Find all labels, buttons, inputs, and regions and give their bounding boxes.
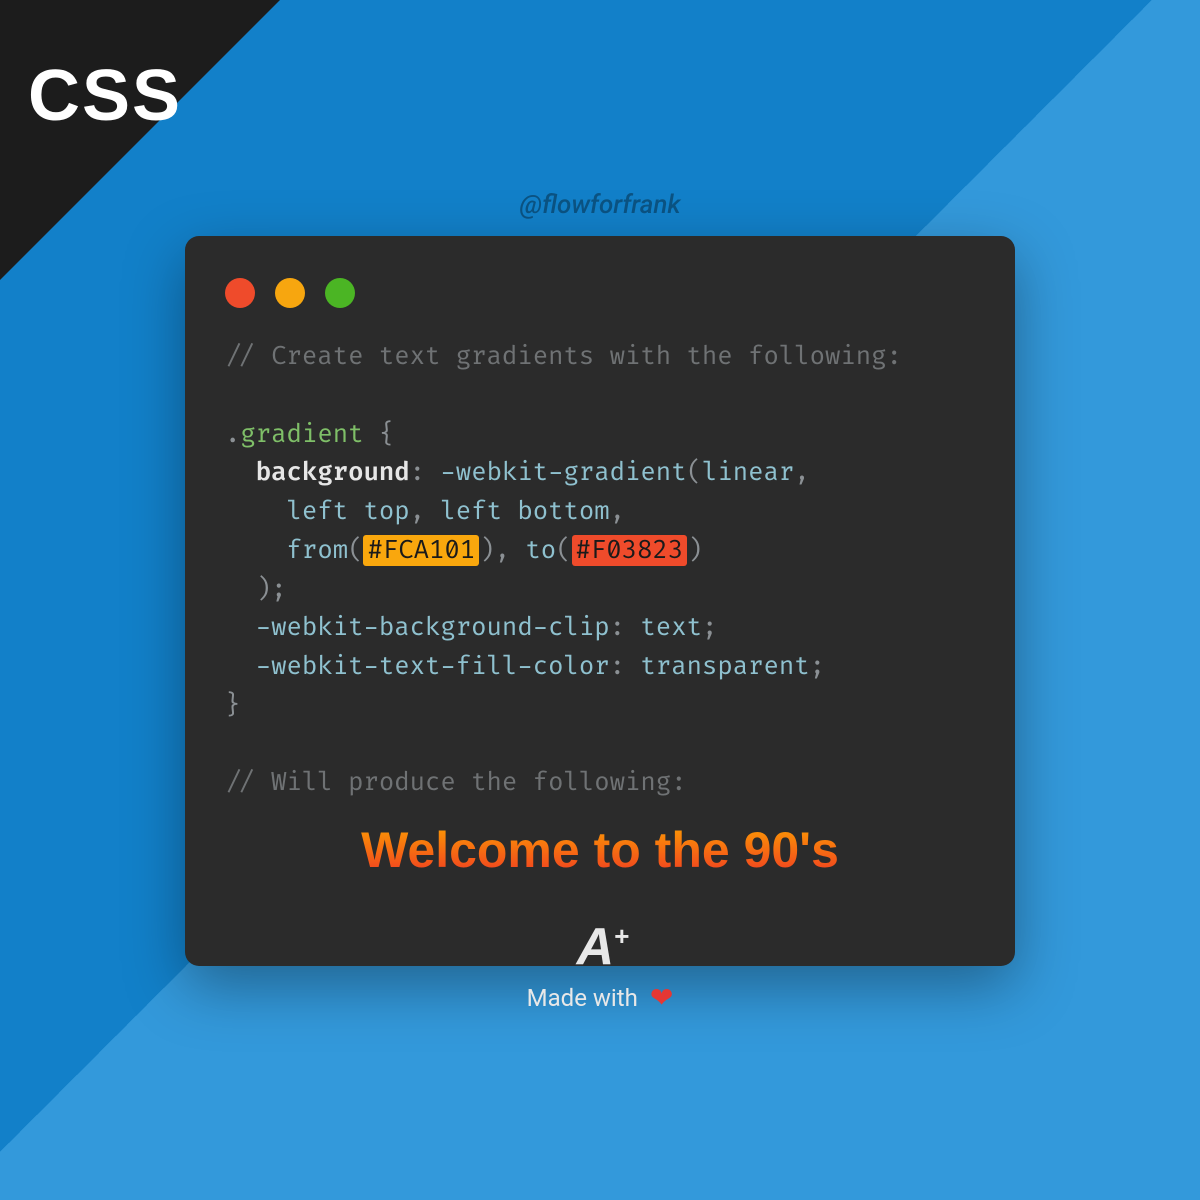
made-with-text: Made with	[527, 984, 638, 1012]
color-swatch-to: #F03823	[572, 535, 688, 566]
plus-icon: +	[614, 923, 623, 949]
footer-logo: A+	[577, 921, 624, 973]
made-with-label: Made with ❤	[527, 981, 674, 1014]
author-handle: @flowforfrank	[0, 190, 1200, 220]
logo-letter: A	[577, 921, 609, 973]
window-controls	[225, 278, 975, 308]
heart-icon: ❤	[650, 981, 673, 1014]
code-arg: left	[440, 496, 502, 527]
code-arg: left	[287, 496, 349, 527]
code-fn: -webkit-gradient	[440, 457, 686, 488]
code-arg: linear	[702, 457, 794, 488]
code-comment: // Will produce the following:	[225, 767, 687, 798]
code-fn: from	[287, 535, 349, 566]
close-icon[interactable]	[225, 278, 255, 308]
corner-badge-label: CSS	[28, 55, 182, 137]
code-prop: background	[256, 457, 410, 488]
minimize-icon[interactable]	[275, 278, 305, 308]
code-prop: -webkit-background-clip	[256, 612, 610, 643]
card-canvas: CSS @flowforfrank // Create text gradien…	[0, 0, 1200, 1200]
code-value: transparent	[640, 651, 809, 682]
color-swatch-from: #FCA101	[363, 535, 479, 566]
code-selector: gradient	[240, 419, 363, 450]
code-fn: to	[525, 535, 556, 566]
code-arg: bottom	[517, 496, 609, 527]
code-prop: -webkit-text-fill-color	[256, 651, 610, 682]
code-block: // Create text gradients with the follow…	[225, 338, 975, 803]
code-comment: // Create text gradients with the follow…	[225, 341, 902, 372]
zoom-icon[interactable]	[325, 278, 355, 308]
code-window: // Create text gradients with the follow…	[185, 236, 1015, 966]
code-value: text	[640, 612, 702, 643]
card-footer: A+ Made with ❤	[225, 921, 975, 1014]
gradient-demo-text: Welcome to the 90's	[225, 821, 975, 879]
code-arg: top	[363, 496, 409, 527]
